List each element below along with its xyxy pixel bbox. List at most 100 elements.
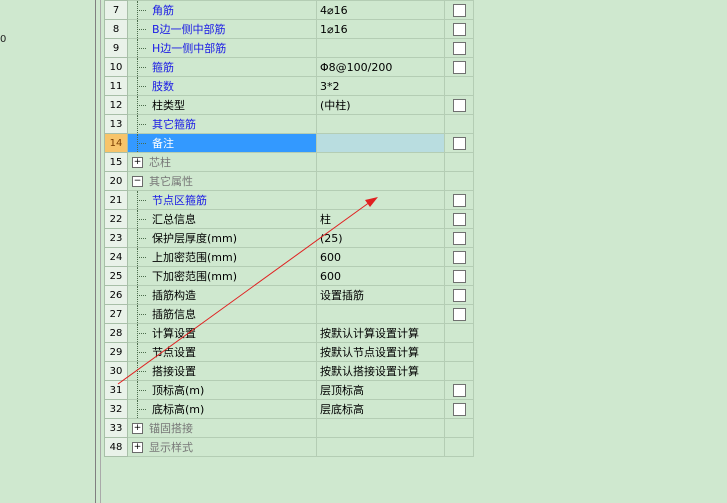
- row-number[interactable]: 27: [104, 304, 128, 324]
- property-name-cell[interactable]: + 显示样式: [127, 437, 317, 457]
- property-name-cell[interactable]: H边一侧中部筋: [127, 38, 317, 58]
- attach-checkbox[interactable]: [452, 250, 466, 264]
- row-number[interactable]: 25: [104, 266, 128, 286]
- attach-checkbox[interactable]: [452, 383, 466, 397]
- property-row[interactable]: 8 B边一侧中部筋 1⌀16: [104, 19, 474, 39]
- property-value[interactable]: [316, 418, 445, 438]
- property-row[interactable]: 32 底标高(m) 层底标高: [104, 399, 474, 419]
- property-name-cell[interactable]: − 其它属性: [127, 171, 317, 191]
- property-row[interactable]: 11 肢数 3*2: [104, 76, 474, 96]
- row-number[interactable]: 15: [104, 152, 128, 172]
- property-row[interactable]: 7 角筋 4⌀16: [104, 0, 474, 20]
- property-row[interactable]: 29 节点设置 按默认节点设置计算: [104, 342, 474, 362]
- property-value[interactable]: 600: [316, 247, 445, 267]
- property-name-cell[interactable]: 肢数: [127, 76, 317, 96]
- row-number[interactable]: 48: [104, 437, 128, 457]
- property-value[interactable]: [316, 152, 445, 172]
- attach-checkbox[interactable]: [452, 60, 466, 74]
- row-number[interactable]: 29: [104, 342, 128, 362]
- property-value[interactable]: Φ8@100/200: [316, 57, 445, 77]
- row-number[interactable]: 32: [104, 399, 128, 419]
- property-value[interactable]: [316, 38, 445, 58]
- property-name-cell[interactable]: 搭接设置: [127, 361, 317, 381]
- property-value[interactable]: 按默认搭接设置计算: [316, 361, 445, 381]
- attach-checkbox[interactable]: [452, 288, 466, 302]
- property-row[interactable]: 26 插筋构造 设置插筋: [104, 285, 474, 305]
- property-name-cell[interactable]: 角筋: [127, 0, 317, 20]
- row-number[interactable]: 7: [104, 0, 128, 20]
- property-value[interactable]: [316, 190, 445, 210]
- property-name-cell[interactable]: 插筋信息: [127, 304, 317, 324]
- collapse-icon[interactable]: −: [132, 175, 143, 187]
- property-row[interactable]: 28 计算设置 按默认计算设置计算: [104, 323, 474, 343]
- property-value[interactable]: [316, 133, 445, 153]
- property-value[interactable]: [316, 437, 445, 457]
- row-number[interactable]: 14: [104, 133, 128, 153]
- row-number[interactable]: 10: [104, 57, 128, 77]
- property-name-cell[interactable]: 汇总信息: [127, 209, 317, 229]
- row-number[interactable]: 13: [104, 114, 128, 134]
- property-row[interactable]: 23 保护层厚度(mm) (25): [104, 228, 474, 248]
- property-row[interactable]: 9 H边一侧中部筋: [104, 38, 474, 58]
- property-row[interactable]: 13 其它箍筋: [104, 114, 474, 134]
- property-value[interactable]: 设置插筋: [316, 285, 445, 305]
- row-number[interactable]: 20: [104, 171, 128, 191]
- property-value[interactable]: 柱: [316, 209, 445, 229]
- property-name-cell[interactable]: 插筋构造: [127, 285, 317, 305]
- property-name-cell[interactable]: 箍筋: [127, 57, 317, 77]
- attach-checkbox[interactable]: [452, 307, 466, 321]
- property-name-cell[interactable]: 备注: [127, 133, 317, 153]
- property-row[interactable]: 22 汇总信息 柱: [104, 209, 474, 229]
- attach-checkbox[interactable]: [452, 402, 466, 416]
- panel-divider[interactable]: [95, 0, 96, 503]
- property-row[interactable]: 27 插筋信息: [104, 304, 474, 324]
- property-value[interactable]: 600: [316, 266, 445, 286]
- property-row[interactable]: 14 备注: [104, 133, 474, 153]
- row-number[interactable]: 33: [104, 418, 128, 438]
- property-row[interactable]: 24 上加密范围(mm) 600: [104, 247, 474, 267]
- row-number[interactable]: 11: [104, 76, 128, 96]
- property-value[interactable]: 4⌀16: [316, 0, 445, 20]
- property-row[interactable]: 21 节点区箍筋: [104, 190, 474, 210]
- property-value[interactable]: [316, 171, 445, 191]
- property-value[interactable]: [316, 114, 445, 134]
- property-name-cell[interactable]: + 芯柱: [127, 152, 317, 172]
- property-row[interactable]: 12 柱类型 (中柱): [104, 95, 474, 115]
- property-value[interactable]: (中柱): [316, 95, 445, 115]
- property-row[interactable]: 25 下加密范围(mm) 600: [104, 266, 474, 286]
- property-row[interactable]: 15 + 芯柱: [104, 152, 474, 172]
- property-value[interactable]: 3*2: [316, 76, 445, 96]
- property-name-cell[interactable]: 节点设置: [127, 342, 317, 362]
- property-name-cell[interactable]: + 锚固搭接: [127, 418, 317, 438]
- property-name-cell[interactable]: 底标高(m): [127, 399, 317, 419]
- property-row[interactable]: 30 搭接设置 按默认搭接设置计算: [104, 361, 474, 381]
- property-row[interactable]: 31 顶标高(m) 层顶标高: [104, 380, 474, 400]
- expand-icon[interactable]: +: [132, 156, 143, 168]
- row-number[interactable]: 31: [104, 380, 128, 400]
- row-number[interactable]: 24: [104, 247, 128, 267]
- attach-checkbox[interactable]: [452, 3, 466, 17]
- property-value[interactable]: 按默认节点设置计算: [316, 342, 445, 362]
- property-value[interactable]: (25): [316, 228, 445, 248]
- attach-checkbox[interactable]: [452, 41, 466, 55]
- property-name-cell[interactable]: B边一侧中部筋: [127, 19, 317, 39]
- attach-checkbox[interactable]: [452, 269, 466, 283]
- attach-checkbox[interactable]: [452, 212, 466, 226]
- property-row[interactable]: 20− 其它属性: [104, 171, 474, 191]
- row-number[interactable]: 23: [104, 228, 128, 248]
- row-number[interactable]: 22: [104, 209, 128, 229]
- property-value[interactable]: 1⌀16: [316, 19, 445, 39]
- property-name-cell[interactable]: 下加密范围(mm): [127, 266, 317, 286]
- property-row[interactable]: 48 + 显示样式: [104, 437, 474, 457]
- property-row[interactable]: 10 箍筋 Φ8@100/200: [104, 57, 474, 77]
- property-row[interactable]: 33 + 锚固搭接: [104, 418, 474, 438]
- expand-icon[interactable]: +: [132, 422, 143, 434]
- property-name-cell[interactable]: 计算设置: [127, 323, 317, 343]
- row-number[interactable]: 26: [104, 285, 128, 305]
- row-number[interactable]: 9: [104, 38, 128, 58]
- row-number[interactable]: 21: [104, 190, 128, 210]
- attach-checkbox[interactable]: [452, 231, 466, 245]
- attach-checkbox[interactable]: [452, 136, 466, 150]
- property-name-cell[interactable]: 顶标高(m): [127, 380, 317, 400]
- attach-checkbox[interactable]: [452, 22, 466, 36]
